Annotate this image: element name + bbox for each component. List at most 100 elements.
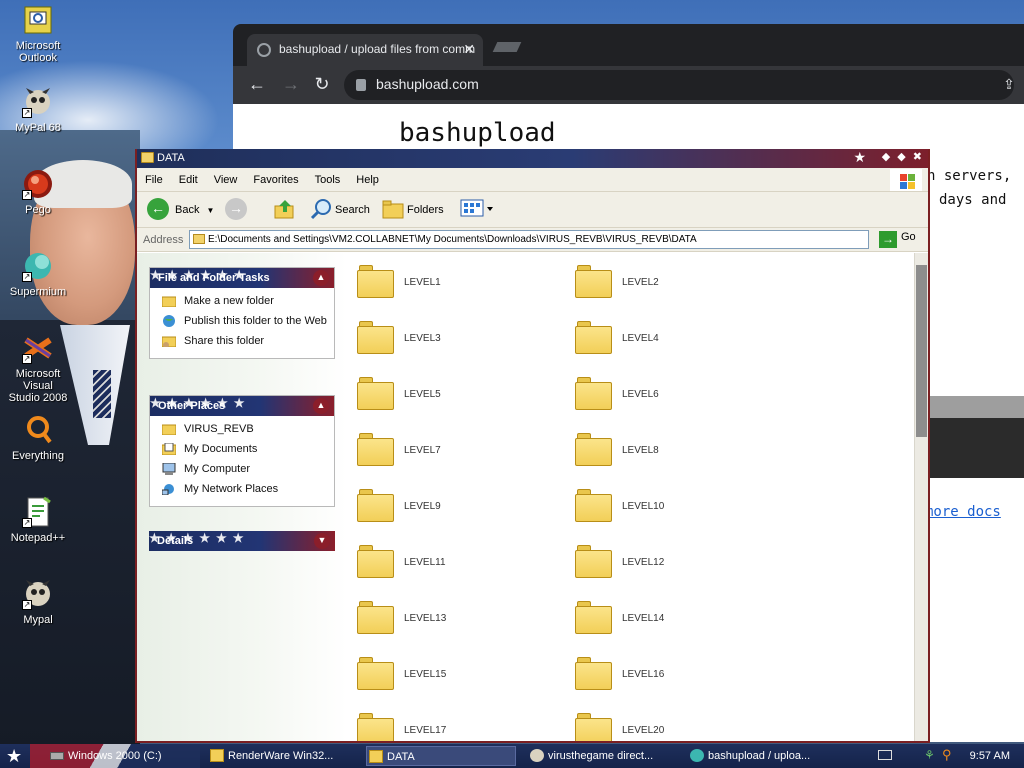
desktop-icon-label: Supermium (9, 286, 67, 298)
menu-file[interactable]: File (137, 168, 171, 186)
up-folder-button[interactable] (273, 198, 299, 222)
place-my-network-places[interactable]: My Network Places (162, 482, 334, 496)
folder-item[interactable]: LEVEL6 (575, 375, 775, 415)
folder-item[interactable]: LEVEL11 (357, 543, 557, 583)
taskbar-item-data[interactable]: DATA (366, 746, 516, 766)
task-make-new-folder[interactable]: Make a new folder (162, 294, 334, 308)
folder-item[interactable]: LEVEL16 (575, 655, 775, 695)
panel-body: VIRUS_REVB My Documents My Computer My N… (150, 416, 334, 506)
close-icon[interactable]: ✕ (463, 41, 475, 58)
new-tab-button[interactable] (492, 42, 522, 52)
place-my-documents[interactable]: My Documents (162, 442, 334, 456)
taskbar-item-renderware[interactable]: RenderWare Win32... (208, 746, 358, 766)
chevron-down-icon: ▼ (206, 206, 215, 215)
folder-item[interactable]: LEVEL5 (357, 375, 557, 415)
folder-item[interactable]: LEVEL12 (575, 543, 775, 583)
clock[interactable]: 9:57 AM (970, 750, 1010, 762)
window-controls[interactable]: ◆ ◆ ✖ (882, 150, 924, 163)
place-virus-revb[interactable]: VIRUS_REVB (162, 422, 334, 436)
scrollbar-thumb[interactable] (916, 265, 927, 437)
search-button[interactable]: Search (309, 198, 370, 222)
folder-icon (369, 750, 383, 763)
folder-item[interactable]: LEVEL15 (357, 655, 557, 695)
task-publish-folder[interactable]: Publish this folder to the Web (162, 314, 334, 328)
everything-tray-icon[interactable]: ⚲ (942, 747, 952, 763)
taskbar-item-bashupload[interactable]: bashupload / uploa... (688, 746, 838, 766)
my-documents-icon (162, 443, 176, 455)
task-share-folder[interactable]: Share this folder (162, 334, 334, 348)
folder-name: LEVEL9 (404, 501, 441, 512)
folder-name: LEVEL17 (404, 725, 447, 736)
folders-icon (382, 200, 404, 219)
menu-favorites[interactable]: Favorites (245, 168, 306, 186)
browser-tab[interactable]: bashupload / upload files from comm ✕ (247, 34, 483, 66)
panel-header[interactable]: ★★★★★★ File and Folder Tasks ▲ (150, 268, 334, 288)
address-field[interactable]: E:\Documents and Settings\VM2.COLLABNET\… (189, 230, 869, 249)
address-bar[interactable]: bashupload.com (344, 70, 1014, 100)
network-tray-icon[interactable]: ⚘ (924, 748, 935, 762)
collapse-chevron-icon[interactable]: ▲ (313, 398, 329, 414)
desktop-icon-pego[interactable]: ↗ Pego (0, 168, 76, 216)
folder-item[interactable]: LEVEL3 (357, 319, 557, 359)
folder-item[interactable]: LEVEL9 (357, 487, 557, 527)
collapse-chevron-icon[interactable]: ▲ (313, 270, 329, 286)
wallpaper-tie (93, 370, 111, 418)
folders-button[interactable]: Folders (381, 198, 444, 222)
folder-icon (357, 433, 394, 466)
back-arrow-icon[interactable]: ← (245, 73, 269, 97)
more-docs-link[interactable]: more docs (925, 504, 1001, 520)
desktop-icon-everything[interactable]: Everything (0, 414, 76, 462)
desktop-icon-notepadpp[interactable]: ↗ Notepad++ (0, 496, 76, 544)
menu-help[interactable]: Help (348, 168, 387, 186)
folder-item[interactable]: LEVEL14 (575, 599, 775, 639)
place-my-computer[interactable]: My Computer (162, 462, 334, 476)
folder-item[interactable]: LEVEL8 (575, 431, 775, 471)
back-button[interactable]: ← Back ▼ (147, 198, 214, 222)
computer-icon (162, 463, 176, 475)
folder-name: LEVEL6 (622, 389, 659, 400)
folder-item[interactable]: LEVEL4 (575, 319, 775, 359)
folder-item[interactable]: LEVEL10 (575, 487, 775, 527)
pego-icon: ↗ (22, 168, 54, 200)
panel-header[interactable]: ★★★★★★ Other Places ▲ (150, 396, 334, 416)
folder-item[interactable]: LEVEL7 (357, 431, 557, 471)
desktop-icon-outlook[interactable]: Microsoft Outlook (0, 4, 76, 64)
taskbar-item-windows-drive[interactable]: Windows 2000 (C:) (48, 746, 198, 766)
explorer-titlebar[interactable]: DATA ★ ◆ ◆ ✖ (137, 149, 928, 168)
menu-edit[interactable]: Edit (171, 168, 206, 186)
vertical-scrollbar[interactable] (914, 253, 928, 741)
panel-header[interactable]: ★★★★★★ Details ▼ (149, 531, 335, 551)
start-button[interactable]: ★ (6, 746, 28, 766)
search-icon (310, 199, 331, 220)
place-label: My Network Places (184, 483, 279, 495)
file-folder-tasks-panel: ★★★★★★ File and Folder Tasks ▲ Make a ne… (149, 267, 335, 359)
go-button[interactable]: → Go (879, 231, 916, 248)
keyboard-icon[interactable] (878, 750, 892, 760)
url-text: bashupload.com (376, 76, 479, 92)
taskbar-item-virusthegame[interactable]: virusthegame direct... (528, 746, 678, 766)
place-label: My Documents (184, 443, 258, 455)
menu-view[interactable]: View (206, 168, 246, 186)
folder-icon (357, 713, 394, 741)
folder-item[interactable]: LEVEL13 (357, 599, 557, 639)
taskbar-item-label: bashupload / uploa... (708, 750, 811, 762)
folder-item[interactable]: LEVEL2 (575, 263, 775, 303)
new-folder-icon (162, 296, 176, 307)
folders-label: Folders (407, 204, 444, 216)
desktop-icon-mypal[interactable]: ↗ Mypal (0, 578, 76, 626)
forward-arrow-icon[interactable]: → (279, 73, 303, 97)
folder-item[interactable]: LEVEL17 (357, 711, 557, 741)
desktop-icon-visual-studio[interactable]: ↗ Microsoft Visual Studio 2008 (0, 332, 76, 404)
share-icon[interactable]: ⇪ (997, 73, 1021, 97)
views-button[interactable] (459, 198, 495, 222)
folder-item[interactable]: LEVEL20 (575, 711, 775, 741)
menu-tools[interactable]: Tools (307, 168, 349, 186)
reload-icon[interactable]: ↻ (310, 73, 334, 97)
folder-icon (575, 265, 612, 298)
folder-name: LEVEL1 (404, 277, 441, 288)
taskbar-item-label: DATA (387, 751, 415, 763)
desktop-icon-supermium[interactable]: ↗ Supermium (0, 250, 76, 298)
desktop-icon-mypal68[interactable]: ↗ MyPal 68 (0, 86, 76, 134)
expand-chevron-icon[interactable]: ▼ (314, 533, 330, 549)
folder-item[interactable]: LEVEL1 (357, 263, 557, 303)
